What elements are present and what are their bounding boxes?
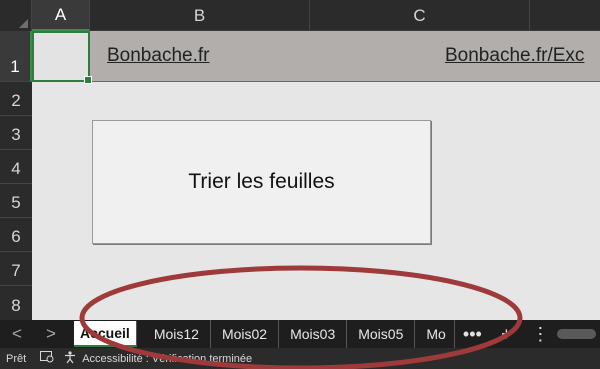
row-headers: 1 2 3 4 5 6 7 8 [0, 31, 32, 320]
add-sheet-button[interactable]: + [489, 324, 523, 345]
row-header-2[interactable]: 2 [0, 82, 32, 116]
tab-partial[interactable]: Mo [415, 320, 456, 348]
tab-accueil[interactable]: Accueil [74, 321, 137, 347]
column-header-a[interactable]: A [32, 0, 90, 31]
row-header-6[interactable]: 6 [0, 218, 32, 252]
column-header-d[interactable] [530, 0, 600, 31]
status-bar: Prêt Accessibilité : Vérification termin… [0, 348, 600, 369]
select-all-corner[interactable] [0, 0, 32, 31]
more-tabs-icon[interactable]: ••• [455, 324, 489, 345]
column-header-b[interactable]: B [90, 0, 310, 31]
accessibility-status[interactable]: Accessibilité : Vérification terminée [82, 353, 252, 365]
row-header-7[interactable]: 7 [0, 252, 32, 286]
accessibility-icon[interactable] [64, 350, 78, 367]
tab-prev-icon[interactable]: < [0, 324, 34, 344]
tab-options-icon[interactable]: ⋮ [523, 324, 557, 345]
row-header-3[interactable]: 3 [0, 116, 32, 150]
column-header-c[interactable]: C [310, 0, 530, 31]
cell-b1-link[interactable]: Bonbache.fr [107, 45, 209, 67]
sort-sheets-button[interactable]: Trier les feuilles [92, 120, 431, 244]
row-header-4[interactable]: 4 [0, 150, 32, 184]
tab-mois03[interactable]: Mois03 [279, 320, 348, 348]
tab-mois12[interactable]: Mois12 [143, 320, 211, 348]
row-header-5[interactable]: 5 [0, 184, 32, 218]
horizontal-scrollbar[interactable] [557, 329, 596, 339]
cell-c1-link[interactable]: Bonbache.fr/Exc [445, 45, 584, 67]
excel-window: A B C 1 2 3 4 5 6 7 8 Bonbache.fr Bonbac… [0, 0, 600, 369]
tab-mois05[interactable]: Mois05 [347, 320, 416, 348]
row-header-8[interactable]: 8 [0, 286, 32, 320]
row-header-1[interactable]: 1 [0, 31, 32, 82]
macro-record-icon[interactable] [40, 351, 54, 366]
tab-mois02[interactable]: Mois02 [211, 320, 280, 348]
worksheet-grid[interactable]: Bonbache.fr Bonbache.fr/Exc Trier les fe… [32, 31, 600, 320]
sheet-tabs-bar: < > Accueil Mois12 Mois02 Mois03 Mois05 … [0, 320, 600, 348]
column-headers: A B C [0, 0, 600, 31]
status-mode: Prêt [6, 352, 27, 365]
tab-next-icon[interactable]: > [34, 324, 68, 344]
cell-a1-selected[interactable] [32, 31, 92, 84]
